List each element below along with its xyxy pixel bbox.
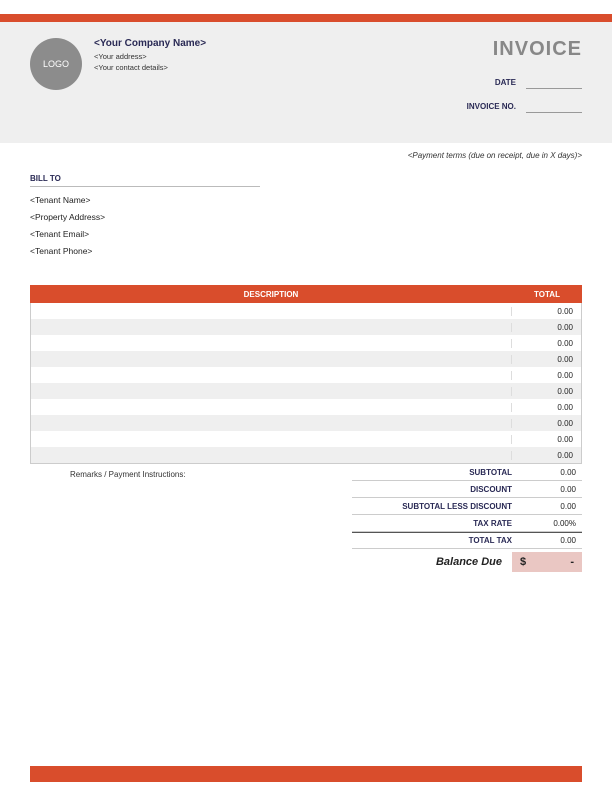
logo-company-group: LOGO <Your Company Name> <Your address> … (30, 34, 206, 90)
header-description: DESCRIPTION (30, 290, 512, 299)
logo-placeholder: LOGO (30, 38, 82, 90)
invoice-meta: INVOICE DATE INVOICE NO. (467, 34, 582, 123)
total-tax-row: TOTAL TAX 0.00 (352, 532, 582, 549)
invoice-no-label: INVOICE NO. (467, 102, 516, 111)
bill-to-section: BILL TO <Tenant Name> <Property Address>… (0, 174, 612, 256)
total-tax-label: TOTAL TAX (352, 536, 522, 545)
less-discount-value: 0.00 (522, 502, 582, 511)
header-total: TOTAL (512, 290, 582, 299)
totals-block: SUBTOTAL 0.00 DISCOUNT 0.00 SUBTOTAL LES… (352, 464, 582, 573)
discount-label: DISCOUNT (352, 485, 522, 494)
item-row: 0.00 (31, 319, 581, 335)
date-label: DATE (495, 78, 516, 87)
balance-row: Balance Due $ - (352, 551, 582, 573)
bill-tenant-name: <Tenant Name> (30, 195, 582, 205)
items-section: DESCRIPTION TOTAL 0.000.000.000.000.000.… (0, 263, 612, 464)
item-row: 0.00 (31, 383, 581, 399)
total-tax-value: 0.00 (522, 536, 582, 545)
item-row: 0.00 (31, 303, 581, 319)
header-block: LOGO <Your Company Name> <Your address> … (0, 22, 612, 143)
item-total: 0.00 (511, 339, 581, 348)
balance-currency: $ (520, 556, 526, 568)
item-total: 0.00 (511, 307, 581, 316)
top-accent-bar (0, 14, 612, 22)
item-total: 0.00 (511, 419, 581, 428)
item-total: 0.00 (511, 371, 581, 380)
item-row: 0.00 (31, 335, 581, 351)
discount-row: DISCOUNT 0.00 (352, 481, 582, 498)
subtotal-value: 0.00 (522, 468, 582, 477)
item-total: 0.00 (511, 355, 581, 364)
invoice-no-value (526, 99, 582, 113)
items-body: 0.00 0.00 0.00 0.00 0.00 0.00 0.00 0.00 0.00 0.00 (30, 303, 582, 464)
invoice-no-row: INVOICE NO. (467, 99, 582, 113)
subtotal-row: SUBTOTAL 0.00 (352, 464, 582, 481)
item-row: 0.00 (31, 415, 581, 431)
remarks-label: Remarks / Payment Instructions: (30, 464, 352, 573)
company-address: <Your address> (94, 52, 206, 61)
item-total: 0.00 (511, 403, 581, 412)
below-table: Remarks / Payment Instructions: SUBTOTAL… (0, 464, 612, 573)
balance-label: Balance Due (352, 556, 512, 568)
tax-rate-value: 0.00% (522, 519, 582, 528)
bill-tenant-phone: <Tenant Phone> (30, 246, 582, 256)
item-row: 0.00 (31, 431, 581, 447)
tax-rate-row: TAX RATE 0.00% (352, 515, 582, 532)
item-row: 0.00 (31, 351, 581, 367)
item-row: 0.00 (31, 399, 581, 415)
date-value (526, 75, 582, 89)
company-info: <Your Company Name> <Your address> <Your… (94, 38, 206, 74)
company-contact: <Your contact details> (94, 63, 206, 72)
items-header: DESCRIPTION TOTAL (30, 285, 582, 303)
less-discount-label: SUBTOTAL LESS DISCOUNT (352, 502, 522, 511)
balance-amount: - (570, 556, 574, 568)
balance-value: $ - (512, 552, 582, 572)
tax-rate-label: TAX RATE (352, 519, 522, 528)
item-total: 0.00 (511, 323, 581, 332)
item-total: 0.00 (511, 387, 581, 396)
item-total: 0.00 (511, 451, 581, 460)
bill-tenant-email: <Tenant Email> (30, 229, 582, 239)
company-name: <Your Company Name> (94, 38, 206, 49)
date-row: DATE (467, 75, 582, 89)
less-discount-row: SUBTOTAL LESS DISCOUNT 0.00 (352, 498, 582, 515)
item-total: 0.00 (511, 435, 581, 444)
bottom-accent-bar (30, 766, 582, 782)
bill-to-label: BILL TO (30, 174, 260, 187)
invoice-title: INVOICE (467, 38, 582, 61)
discount-value: 0.00 (522, 485, 582, 494)
item-row: 0.00 (31, 367, 581, 383)
subtotal-label: SUBTOTAL (352, 468, 522, 477)
bill-property-address: <Property Address> (30, 212, 582, 222)
item-row: 0.00 (31, 447, 581, 463)
payment-terms: <Payment terms (due on receipt, due in X… (0, 143, 612, 174)
